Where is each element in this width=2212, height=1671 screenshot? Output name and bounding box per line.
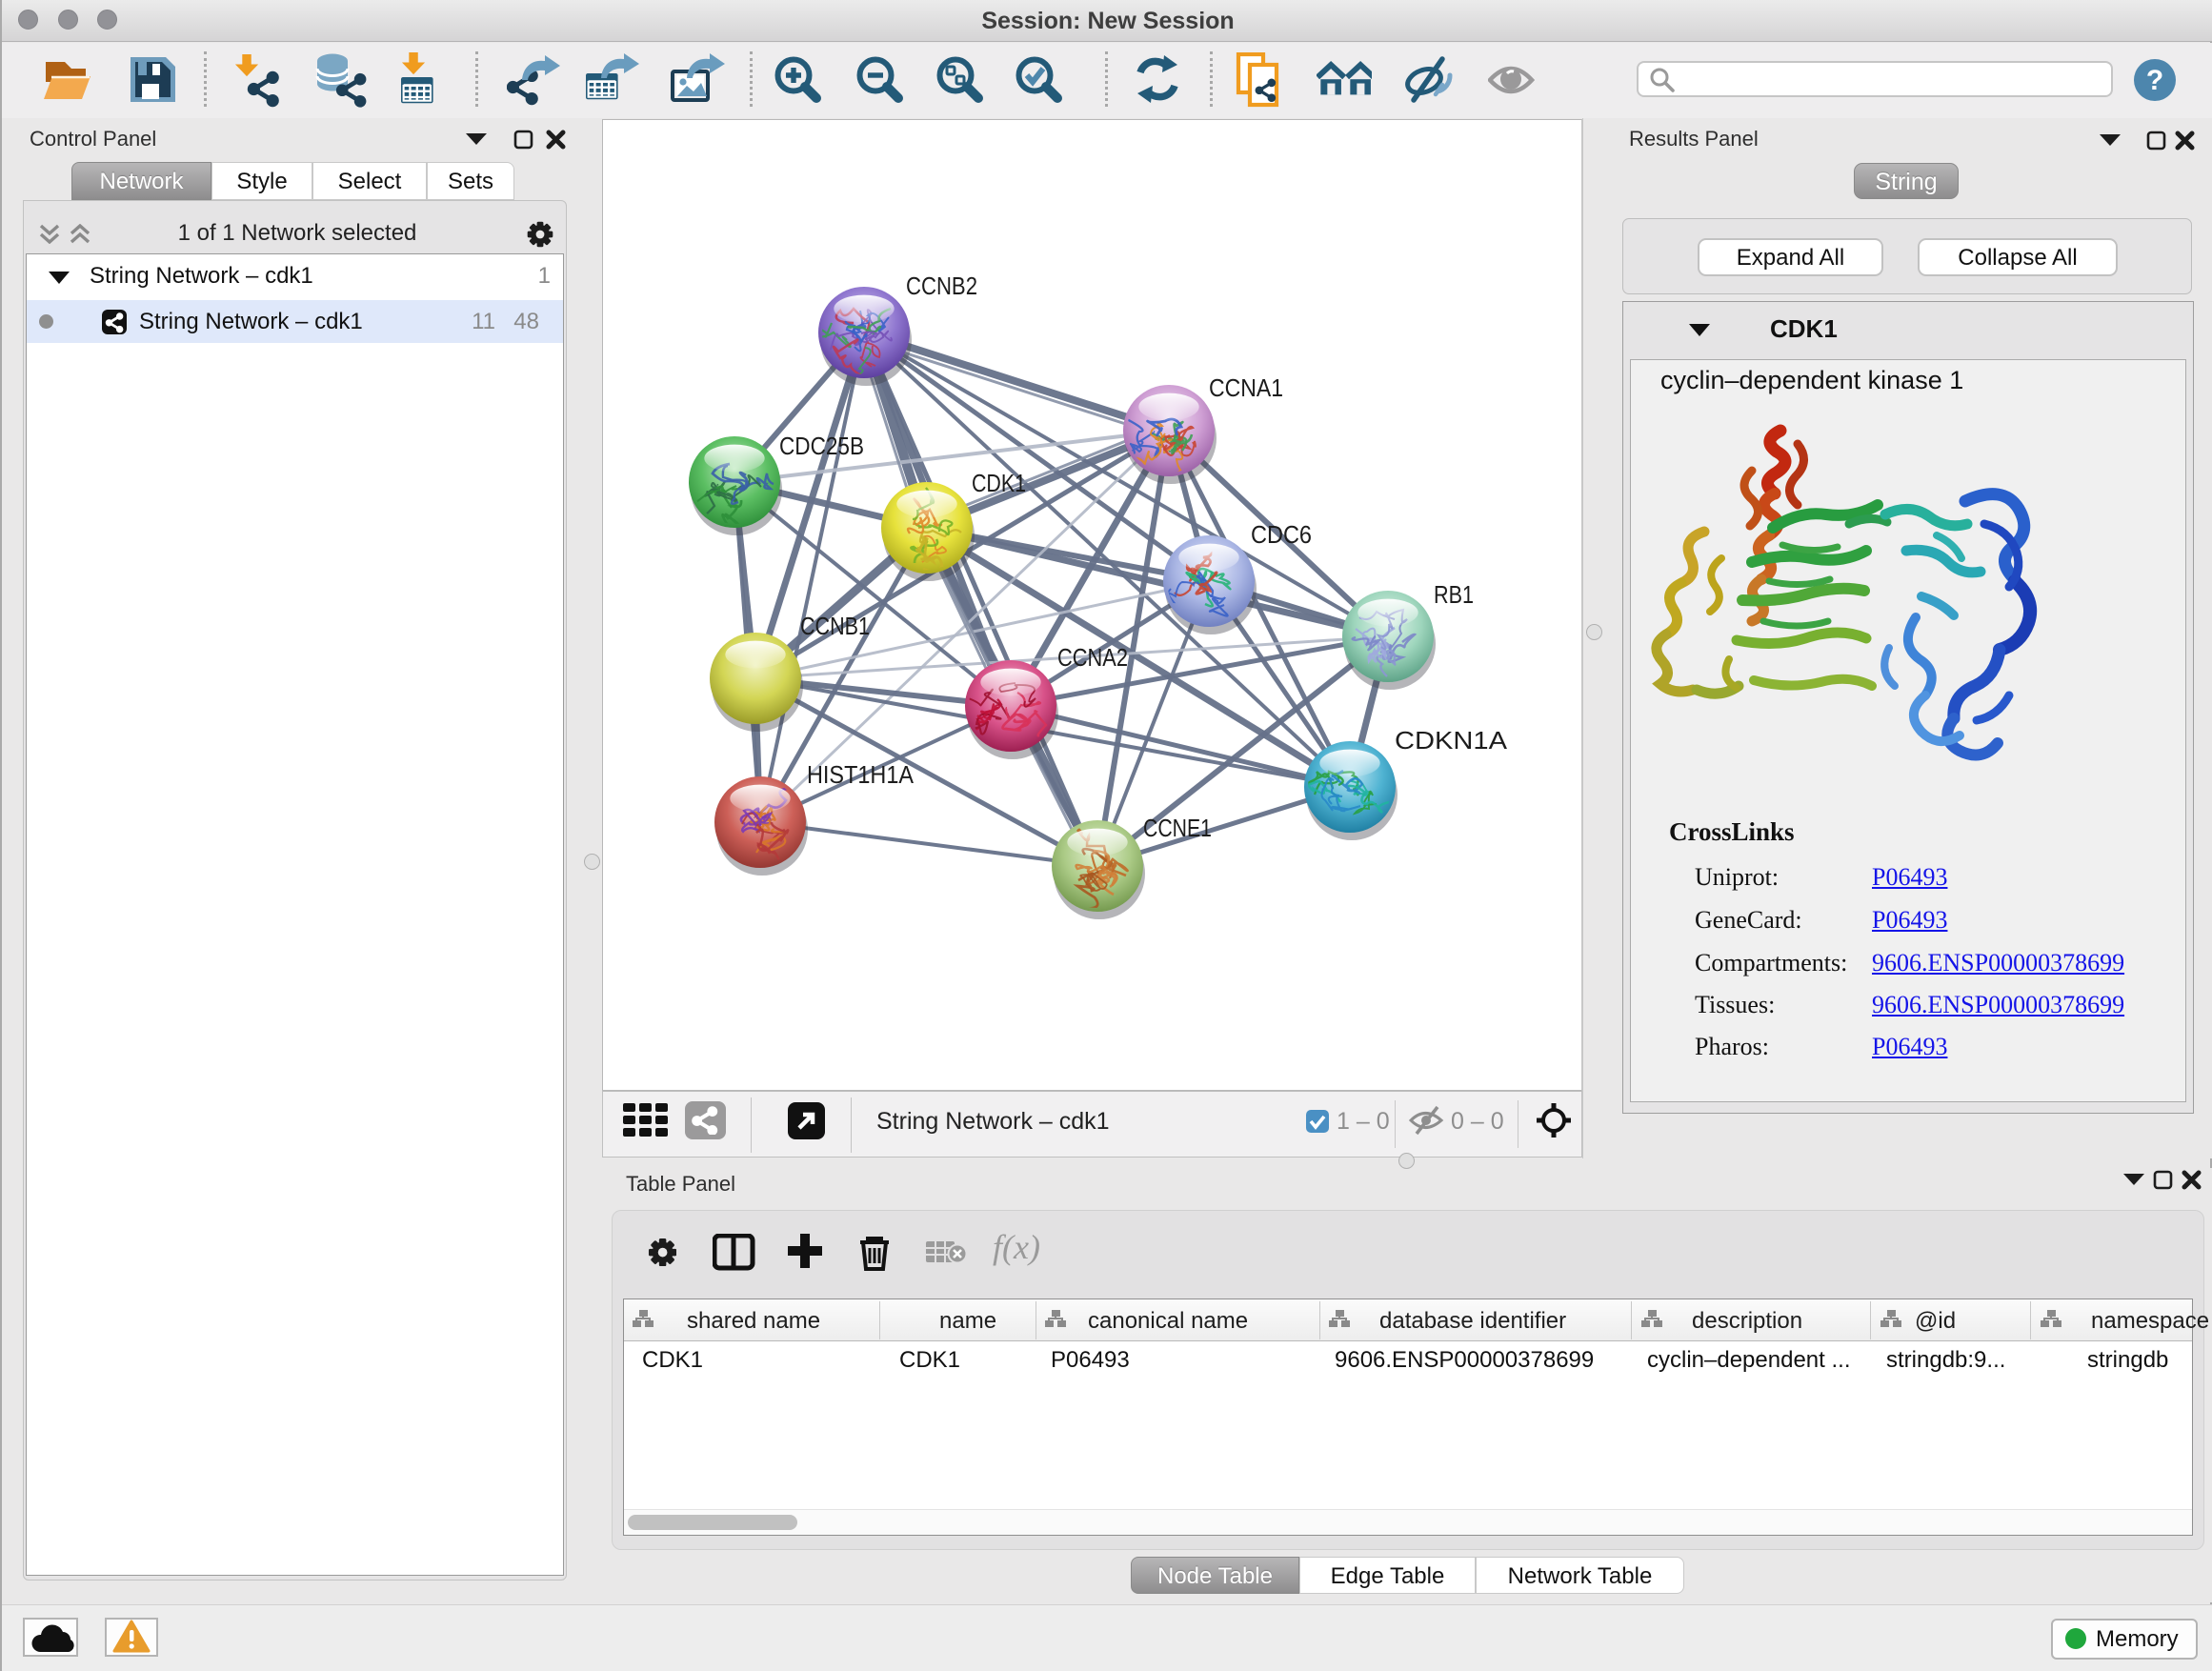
svg-text:RB1: RB1: [1434, 580, 1474, 609]
svg-text:CCNB2: CCNB2: [906, 272, 977, 300]
svg-text:CDC25B: CDC25B: [779, 432, 864, 460]
svg-text:CDK1: CDK1: [972, 469, 1026, 497]
svg-text:CCNA2: CCNA2: [1057, 643, 1128, 672]
svg-text:CCNA1: CCNA1: [1209, 373, 1283, 402]
svg-text:CCNB1: CCNB1: [800, 612, 870, 640]
svg-text:CCNE1: CCNE1: [1143, 814, 1212, 842]
svg-text:?: ?: [2146, 65, 2163, 96]
svg-text:CDC6: CDC6: [1251, 520, 1312, 549]
svg-text:CDKN1A: CDKN1A: [1395, 726, 1508, 755]
svg-text:HIST1H1A: HIST1H1A: [807, 760, 915, 789]
